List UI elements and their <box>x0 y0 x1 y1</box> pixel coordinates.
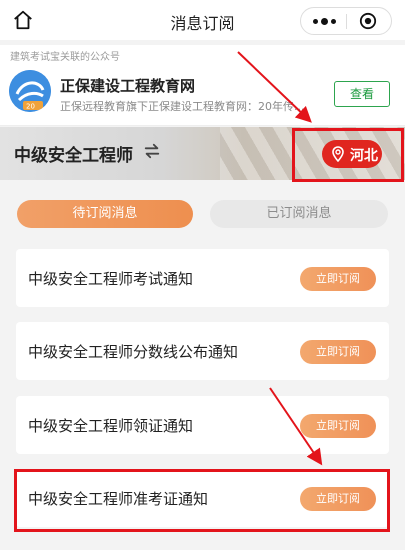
region-highlight-box <box>292 128 404 182</box>
official-account-name: 正保建设工程教育网 <box>60 77 196 95</box>
top-navigation-bar: 消息订阅 <box>0 0 405 40</box>
notification-title: 中级安全工程师领证通知 <box>28 417 194 435</box>
official-account-card: 建筑考试宝关联的公众号 20 正保建设工程教育网 正保远程教育旗下正保建设工程教… <box>0 45 405 126</box>
tab-pending[interactable]: 待订阅消息 <box>17 200 193 228</box>
notification-title: 中级安全工程师考试通知 <box>28 270 194 288</box>
subscribe-button[interactable]: 立即订阅 <box>300 414 376 438</box>
admission-highlight-box <box>14 469 390 532</box>
exam-title: 中级安全工程师 <box>14 146 133 166</box>
official-account-logo: 20 <box>9 70 51 112</box>
official-account-description: 正保远程教育旗下正保建设工程教育网：20年传... <box>60 100 305 113</box>
notification-card-certificate: 中级安全工程师领证通知 立即订阅 <box>16 396 389 454</box>
subscribe-button[interactable]: 立即订阅 <box>300 267 376 291</box>
logo-text: 20 <box>26 103 35 111</box>
close-circle-icon[interactable] <box>359 12 377 30</box>
tab-subscribed[interactable]: 已订阅消息 <box>210 200 388 228</box>
notification-card-score: 中级安全工程师分数线公布通知 立即订阅 <box>16 322 389 380</box>
notification-card-exam: 中级安全工程师考试通知 立即订阅 <box>16 249 389 307</box>
subscription-tabs: 待订阅消息 已订阅消息 <box>0 196 405 236</box>
view-official-account-button[interactable]: 查看 <box>334 81 390 107</box>
notification-title: 中级安全工程师分数线公布通知 <box>28 343 239 361</box>
official-account-note: 建筑考试宝关联的公众号 <box>10 52 120 63</box>
capsule-divider <box>346 14 347 29</box>
subscribe-button[interactable]: 立即订阅 <box>300 340 376 364</box>
more-dots-icon[interactable] <box>309 8 339 34</box>
mini-program-capsule <box>300 7 392 35</box>
swap-icon[interactable] <box>143 142 161 160</box>
